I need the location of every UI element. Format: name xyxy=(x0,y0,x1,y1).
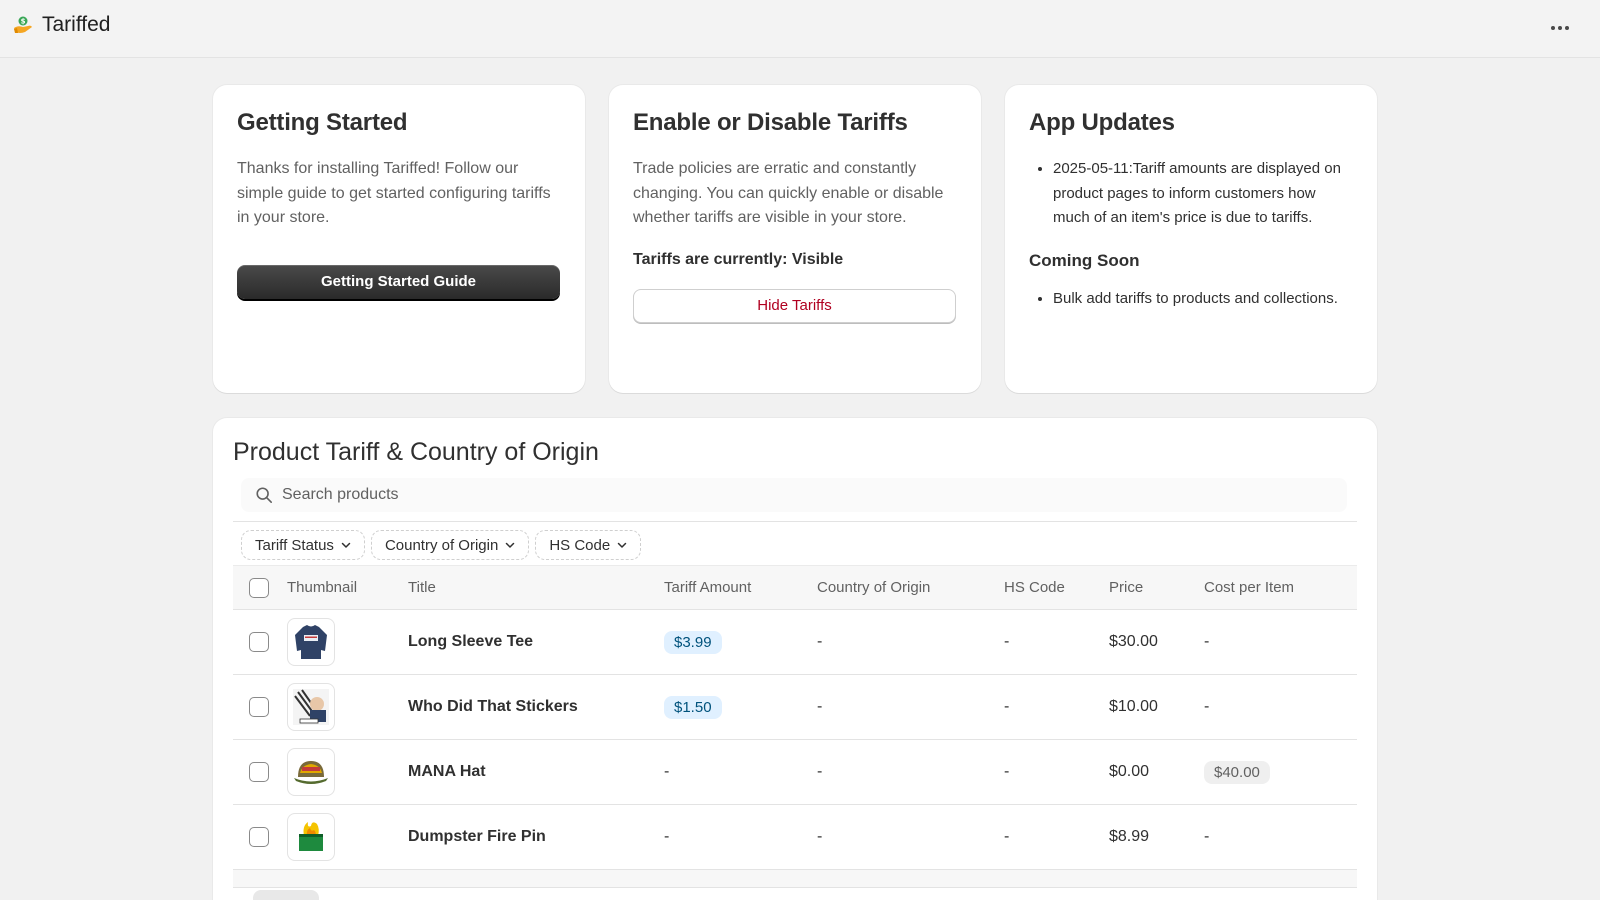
table-row[interactable]: Dumpster Fire Pin - - - $8.99 - xyxy=(233,805,1357,870)
product-thumbnail xyxy=(287,748,335,796)
country-of-origin-value: - xyxy=(817,633,823,650)
tariff-amount-value: - xyxy=(664,828,670,845)
product-thumbnail xyxy=(287,618,335,666)
app-updates-card: App Updates 2025-05-11:Tariff amounts ar… xyxy=(1005,85,1377,393)
stickers-image xyxy=(293,689,329,725)
column-header-country[interactable]: Country of Origin xyxy=(817,566,930,609)
app-name: Tariffed xyxy=(42,13,111,36)
more-actions-button[interactable] xyxy=(1544,14,1576,42)
hs-code-value: - xyxy=(1004,763,1010,780)
pagination-button[interactable] xyxy=(253,890,319,900)
country-of-origin-value: - xyxy=(817,828,823,845)
price-value: $0.00 xyxy=(1109,763,1150,780)
update-item: 2025-05-11:Tariff amounts are displayed … xyxy=(1053,157,1353,231)
chevron-down-icon xyxy=(617,542,627,548)
table-row[interactable]: Long Sleeve Tee $3.99 - - $30.00 - xyxy=(233,610,1357,675)
search-icon xyxy=(256,487,273,504)
enable-disable-body: Trade policies are erratic and constantl… xyxy=(633,160,944,226)
app-top-bar: $ Tariffed xyxy=(0,0,1600,58)
updates-list: 2025-05-11:Tariff amounts are displayed … xyxy=(1029,157,1353,231)
getting-started-guide-button[interactable]: Getting Started Guide xyxy=(237,264,560,299)
coming-soon-list: Bulk add tariffs to products and collect… xyxy=(1029,289,1353,309)
product-table: Thumbnail Title Tariff Amount Country of… xyxy=(233,565,1357,888)
enable-disable-title: Enable or Disable Tariffs xyxy=(633,109,908,136)
coming-soon-title: Coming Soon xyxy=(1029,250,1140,270)
getting-started-body: Thanks for installing Tariffed! Follow o… xyxy=(237,160,551,226)
chevron-down-icon xyxy=(341,542,351,548)
product-title[interactable]: Who Did That Stickers xyxy=(408,675,578,739)
price-value: $30.00 xyxy=(1109,633,1158,650)
coming-soon-item: Bulk add tariffs to products and collect… xyxy=(1053,289,1353,309)
dumpster-fire-pin-image xyxy=(299,822,323,851)
row-checkbox[interactable] xyxy=(249,827,269,847)
row-checkbox[interactable] xyxy=(249,697,269,717)
cost-value: - xyxy=(1204,828,1210,845)
long-sleeve-tee-image xyxy=(295,625,327,659)
hs-code-value: - xyxy=(1004,698,1010,715)
more-horizontal-icon xyxy=(1551,26,1555,30)
filter-label: HS Code xyxy=(549,536,611,554)
column-header-price[interactable]: Price xyxy=(1109,566,1143,609)
tariff-amount-badge: $1.50 xyxy=(664,695,722,719)
table-footer xyxy=(233,870,1357,888)
row-checkbox[interactable] xyxy=(249,632,269,652)
cost-value: - xyxy=(1204,633,1210,650)
price-value: $10.00 xyxy=(1109,698,1158,715)
getting-started-card: Getting Started Thanks for installing Ta… xyxy=(213,85,585,393)
table-row[interactable]: MANA Hat - - - $0.00 $40.00 xyxy=(233,740,1357,805)
select-all-checkbox[interactable] xyxy=(249,577,269,598)
hs-code-value: - xyxy=(1004,633,1010,650)
filter-hs-code[interactable]: HS Code xyxy=(535,530,642,560)
filter-bar: Tariff Status Country of Origin HS Code xyxy=(241,530,642,560)
search-input[interactable] xyxy=(282,486,1182,504)
tariffed-logo-icon: $ xyxy=(14,16,32,33)
table-row[interactable]: Who Did That Stickers $1.50 - - $10.00 - xyxy=(233,675,1357,740)
product-thumbnail xyxy=(287,813,335,861)
product-table-card: Product Tariff & Country of Origin Tarif… xyxy=(213,418,1377,900)
hs-code-value: - xyxy=(1004,828,1010,845)
product-title[interactable]: Long Sleeve Tee xyxy=(408,610,533,674)
cost-value: - xyxy=(1204,698,1210,715)
tariff-amount-value: - xyxy=(664,763,670,780)
country-of-origin-value: - xyxy=(817,698,823,715)
filter-country-of-origin[interactable]: Country of Origin xyxy=(370,530,530,560)
price-value: $8.99 xyxy=(1109,828,1150,845)
app-updates-title: App Updates xyxy=(1029,109,1175,136)
column-header-tariff-amount[interactable]: Tariff Amount xyxy=(664,566,751,609)
filter-label: Tariff Status xyxy=(255,536,334,554)
enable-disable-card: Enable or Disable Tariffs Trade policies… xyxy=(609,85,981,393)
hide-tariffs-button[interactable]: Hide Tariffs xyxy=(633,288,956,323)
getting-started-title: Getting Started xyxy=(237,109,408,136)
search-bar[interactable] xyxy=(241,478,1347,512)
column-header-thumbnail: Thumbnail xyxy=(287,579,358,596)
product-title[interactable]: MANA Hat xyxy=(408,740,486,804)
app-brand: $ Tariffed xyxy=(12,13,111,37)
divider xyxy=(233,521,1357,522)
row-checkbox[interactable] xyxy=(249,762,269,782)
tariff-status-text: Tariffs are currently: Visible xyxy=(633,250,844,268)
filter-tariff-status[interactable]: Tariff Status xyxy=(241,530,365,560)
hat-image xyxy=(294,761,328,784)
table-header-row: Thumbnail Title Tariff Amount Country of… xyxy=(233,565,1357,610)
tariff-amount-badge: $3.99 xyxy=(664,630,722,654)
product-table-title: Product Tariff & Country of Origin xyxy=(233,438,599,466)
chevron-down-icon xyxy=(506,542,515,548)
column-header-hs-code[interactable]: HS Code xyxy=(1004,566,1065,609)
svg-text:$: $ xyxy=(21,18,26,26)
country-of-origin-value: - xyxy=(817,763,823,780)
column-header-cost[interactable]: Cost per Item xyxy=(1204,566,1294,609)
cost-badge: $40.00 xyxy=(1204,760,1270,784)
product-title[interactable]: Dumpster Fire Pin xyxy=(408,805,546,869)
filter-label: Country of Origin xyxy=(384,536,499,554)
column-header-title[interactable]: Title xyxy=(408,566,436,609)
product-thumbnail xyxy=(287,683,335,731)
